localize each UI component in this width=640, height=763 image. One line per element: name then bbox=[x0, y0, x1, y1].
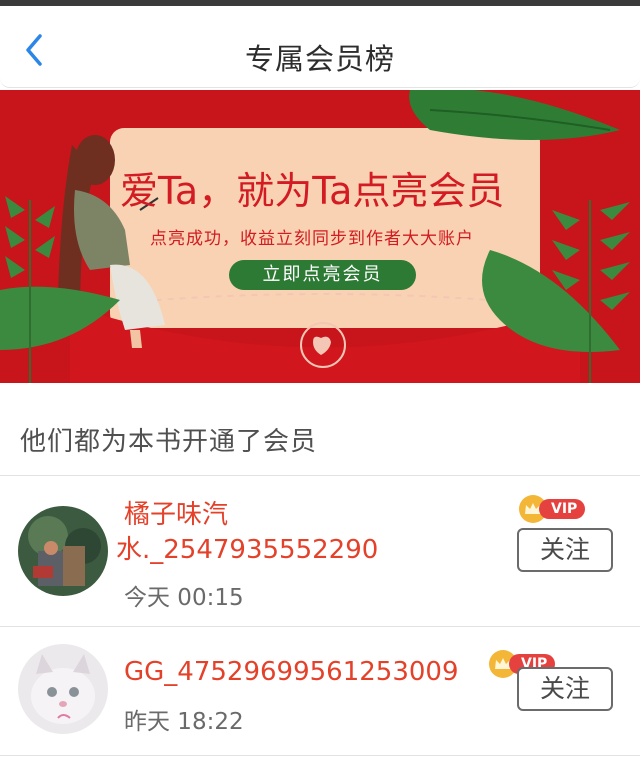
member-row[interactable]: 橘子味汽 水._2547935552290 今天 00:15 VIP 关注 bbox=[0, 476, 640, 626]
section-title: 他们都为本书开通了会员 bbox=[20, 427, 318, 457]
avatar-image bbox=[18, 644, 108, 734]
follow-button[interactable]: 关注 bbox=[517, 528, 613, 572]
divider bbox=[0, 755, 640, 756]
member-name[interactable]: GG_47529699561253009 bbox=[124, 653, 459, 691]
member-time: 今天 00:15 bbox=[124, 585, 244, 611]
light-up-membership-button[interactable]: 立即点亮会员 bbox=[229, 260, 416, 290]
banner-subtitle: 点亮成功，收益立刻同步到作者大大账户 bbox=[150, 229, 474, 249]
avatar[interactable] bbox=[18, 644, 108, 734]
avatar[interactable] bbox=[18, 506, 108, 596]
promo-banner[interactable]: 爱Ta，就为Ta点亮会员 点亮成功，收益立刻同步到作者大大账户 立即点亮会员 bbox=[0, 90, 640, 383]
nav-bar: 专属会员榜 bbox=[0, 6, 640, 88]
follow-button[interactable]: 关注 bbox=[517, 667, 613, 711]
member-time: 昨天 18:22 bbox=[124, 709, 244, 735]
banner-headline: 爱Ta，就为Ta点亮会员 bbox=[120, 169, 505, 213]
page-title: 专属会员榜 bbox=[244, 42, 395, 76]
member-name-cont[interactable]: 水._2547935552290 bbox=[116, 531, 378, 569]
member-name[interactable]: 橘子味汽 bbox=[124, 496, 228, 534]
avatar-image bbox=[18, 506, 108, 596]
vip-tag: VIP bbox=[539, 499, 586, 519]
member-row[interactable]: GG_47529699561253009 昨天 18:22 VIP 关注 bbox=[0, 627, 640, 763]
